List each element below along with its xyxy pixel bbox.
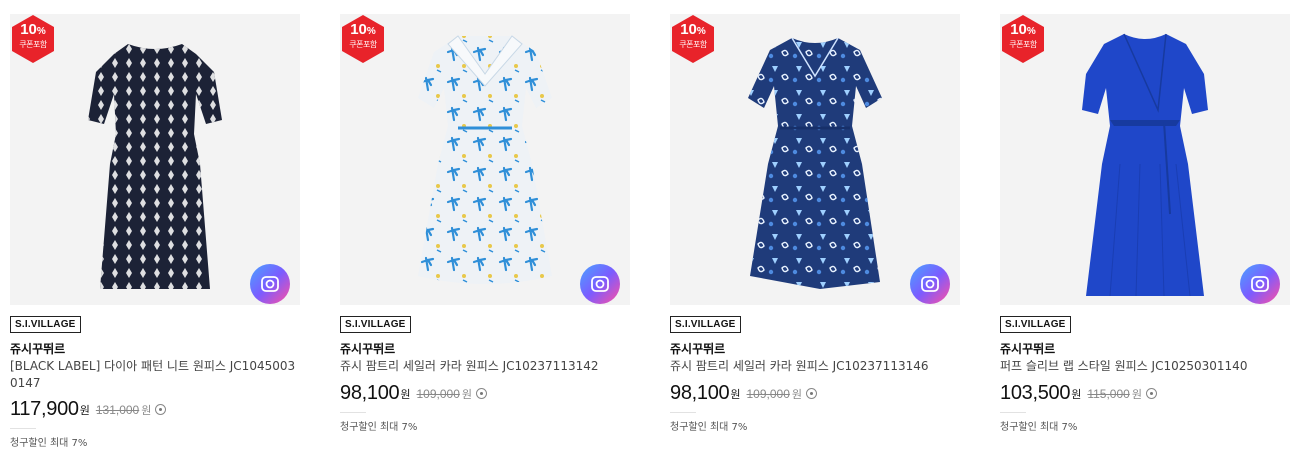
card-discount-note: 청구할인 최대 7% bbox=[1000, 422, 1078, 433]
camera-button[interactable] bbox=[580, 264, 620, 304]
divider bbox=[1000, 412, 1026, 413]
camera-icon bbox=[591, 276, 609, 292]
price-unit: 원 bbox=[79, 403, 90, 417]
coupon-badge: 10% 쿠폰포함 bbox=[10, 14, 56, 64]
price-row: 103,500 원 115,000 원 bbox=[1000, 382, 1157, 405]
badge-percent-value: 10 bbox=[20, 21, 37, 38]
original-price: 115,000 bbox=[1087, 386, 1130, 401]
badge-sub-label: 쿠폰포함 bbox=[19, 40, 47, 49]
badge-percent-unit: % bbox=[1026, 26, 1036, 37]
camera-icon bbox=[1251, 276, 1269, 292]
info-circle-icon[interactable] bbox=[1145, 388, 1157, 399]
sale-price: 117,900 bbox=[10, 398, 79, 420]
product-image[interactable]: 10% 쿠폰포함 bbox=[1000, 14, 1290, 305]
brand-name[interactable]: 쥬시꾸뛰르 bbox=[10, 340, 65, 357]
sale-price: 98,100 bbox=[340, 382, 400, 404]
original-price: 109,000 bbox=[416, 386, 460, 401]
product-image[interactable]: 10% 쿠폰포함 bbox=[670, 14, 960, 305]
camera-button[interactable] bbox=[250, 264, 290, 304]
badge-sub-label: 쿠폰포함 bbox=[679, 40, 707, 49]
product-card[interactable]: 10% 쿠폰포함 S.I.VILLAGE 쥬시꾸뛰르 쥬시 팜트리 세일러 카라… bbox=[340, 14, 630, 433]
badge-percent-unit: % bbox=[36, 26, 46, 37]
price-row: 117,900 원 131,000 원 bbox=[10, 398, 167, 421]
camera-button[interactable] bbox=[1240, 264, 1280, 304]
original-price: 109,000 bbox=[746, 386, 790, 401]
product-image[interactable]: 10% 쿠폰포함 bbox=[10, 14, 300, 305]
price-row: 98,100 원 109,000 원 bbox=[340, 382, 488, 405]
original-price-unit: 원 bbox=[141, 403, 152, 417]
badge-percent-unit: % bbox=[696, 26, 706, 37]
mall-tag: S.I.VILLAGE bbox=[670, 316, 741, 333]
divider bbox=[340, 412, 366, 413]
brand-name[interactable]: 쥬시꾸뛰르 bbox=[340, 340, 395, 357]
badge-percent: 10% bbox=[10, 22, 56, 39]
brand-name[interactable]: 쥬시꾸뛰르 bbox=[1000, 340, 1055, 357]
price-unit: 원 bbox=[1071, 387, 1082, 401]
badge-percent-value: 10 bbox=[680, 21, 697, 38]
camera-icon bbox=[261, 276, 279, 292]
product-name[interactable]: 쥬시 팜트리 세일러 카라 원피스 JC10237113146 bbox=[670, 358, 965, 375]
camera-button[interactable] bbox=[910, 264, 950, 304]
badge-percent-value: 10 bbox=[1010, 21, 1027, 38]
card-discount-note: 청구할인 최대 7% bbox=[670, 422, 748, 433]
info-circle-icon[interactable] bbox=[155, 404, 167, 415]
badge-percent-unit: % bbox=[366, 26, 376, 37]
mall-tag: S.I.VILLAGE bbox=[1000, 316, 1071, 333]
original-price-unit: 원 bbox=[461, 387, 473, 401]
coupon-badge: 10% 쿠폰포함 bbox=[670, 14, 716, 64]
product-card[interactable]: 10% 쿠폰포함 S.I.VILLAGE 쥬시꾸뛰르 쥬시 팜트리 세일러 카라… bbox=[670, 14, 960, 433]
badge-percent: 10% bbox=[1000, 22, 1046, 39]
badge-sub-label: 쿠폰포함 bbox=[349, 40, 377, 49]
divider bbox=[10, 428, 36, 429]
card-discount-note: 청구할인 최대 7% bbox=[10, 438, 88, 449]
sale-price: 103,500 bbox=[1000, 382, 1071, 404]
coupon-badge: 10% 쿠폰포함 bbox=[340, 14, 386, 64]
sale-price: 98,100 bbox=[670, 382, 730, 404]
info-circle-icon[interactable] bbox=[806, 388, 818, 399]
original-price-unit: 원 bbox=[1131, 387, 1142, 401]
coupon-badge: 10% 쿠폰포함 bbox=[1000, 14, 1046, 64]
info-circle-icon[interactable] bbox=[476, 388, 488, 399]
divider bbox=[670, 412, 696, 413]
brand-name[interactable]: 쥬시꾸뛰르 bbox=[670, 340, 725, 357]
product-name[interactable]: [BLACK LABEL] 다이아 패턴 니트 원피스 JC1045003 01… bbox=[10, 358, 305, 392]
product-name[interactable]: 퍼프 슬리브 랩 스타일 원피스 JC10250301140 bbox=[1000, 358, 1295, 375]
badge-percent: 10% bbox=[670, 22, 716, 39]
price-unit: 원 bbox=[730, 387, 741, 401]
product-card[interactable]: 10% 쿠폰포함 S.I.VILLAGE 쥬시꾸뛰르 퍼프 슬리브 랩 스타일 … bbox=[1000, 14, 1290, 433]
camera-icon bbox=[921, 276, 939, 292]
badge-percent-value: 10 bbox=[350, 21, 367, 38]
mall-tag: S.I.VILLAGE bbox=[340, 316, 411, 333]
price-row: 98,100 원 109,000 원 bbox=[670, 382, 818, 405]
mall-tag: S.I.VILLAGE bbox=[10, 316, 81, 333]
original-price-unit: 원 bbox=[791, 387, 803, 401]
product-name[interactable]: 쥬시 팜트리 세일러 카라 원피스 JC10237113142 bbox=[340, 358, 635, 375]
badge-sub-label: 쿠폰포함 bbox=[1009, 40, 1037, 49]
card-discount-note: 청구할인 최대 7% bbox=[340, 422, 418, 433]
original-price: 131,000 bbox=[95, 402, 140, 417]
product-image[interactable]: 10% 쿠폰포함 bbox=[340, 14, 630, 305]
badge-percent: 10% bbox=[340, 22, 386, 39]
product-card[interactable]: 10% 쿠폰포함 S.I.VILLAGE 쥬시꾸뛰르 [BLACK LABEL]… bbox=[10, 14, 300, 449]
price-unit: 원 bbox=[400, 387, 411, 401]
